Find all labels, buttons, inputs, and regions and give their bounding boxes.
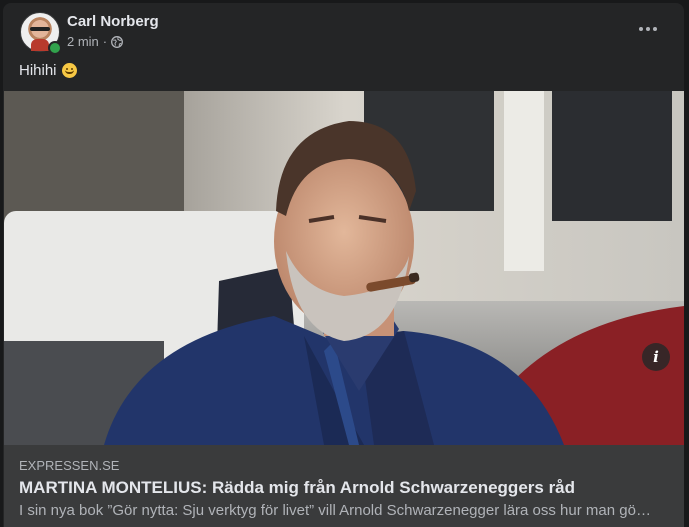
link-preview-image[interactable] [4, 91, 684, 445]
globe-icon[interactable] [111, 35, 124, 48]
post-meta: 2 min · [67, 34, 124, 49]
post-message-text: Hihihi [19, 62, 57, 79]
info-button[interactable]: i [642, 343, 670, 371]
meta-separator: · [102, 34, 108, 49]
more-options-button[interactable] [634, 19, 662, 39]
author-name[interactable]: Carl Norberg [67, 13, 159, 30]
link-description: I sin nya bok ”Gör nytta: Sju verktyg fö… [19, 502, 651, 519]
link-domain: EXPRESSEN.SE [19, 458, 120, 473]
feed-post: Carl Norberg 2 min · Hihihi i EXPRESSEN.… [3, 3, 684, 527]
more-horizontal-icon [639, 27, 643, 31]
post-message: Hihihi [19, 62, 77, 79]
slightly-smiling-face-icon [61, 63, 77, 78]
post-header: Carl Norberg 2 min · [3, 3, 684, 61]
link-title[interactable]: MARTINA MONTELIUS: Rädda mig från Arnold… [19, 478, 575, 498]
post-timestamp[interactable]: 2 min [67, 34, 99, 49]
online-status-dot [48, 41, 62, 55]
link-preview-footer[interactable]: EXPRESSEN.SE MARTINA MONTELIUS: Rädda mi… [4, 445, 684, 527]
photo-man-with-cigar [4, 91, 684, 445]
